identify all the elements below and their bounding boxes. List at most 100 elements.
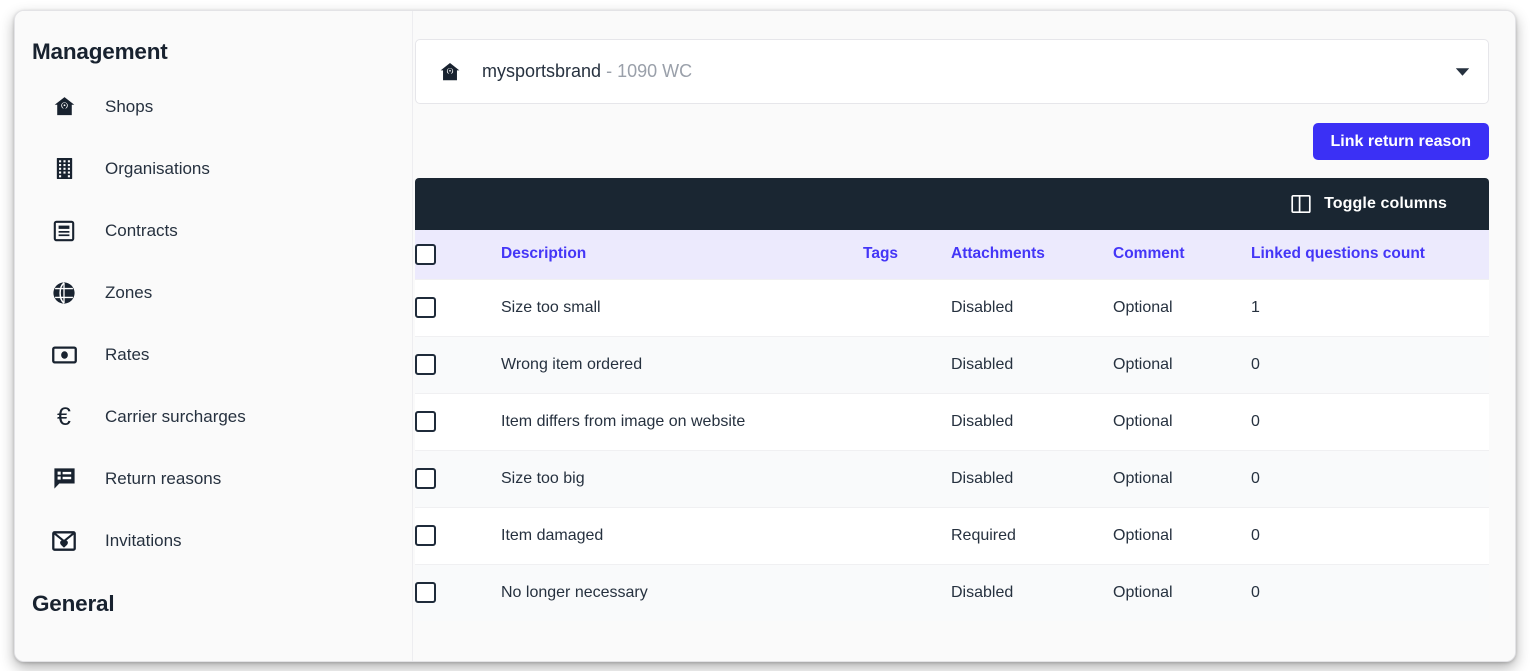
link-return-reason-button[interactable]: Link return reason [1313,123,1489,160]
row-select-cell [415,336,501,393]
cell-attachments: Disabled [951,564,1113,621]
sidebar-item-invitations[interactable]: Invitations [15,520,412,561]
cell-tags [863,393,951,450]
table-head: Description Tags Attachments Comment Lin… [415,230,1489,279]
shop-detail: 1090 WC [617,61,692,81]
cell-comment: Optional [1113,564,1251,621]
select-all-header [415,230,501,279]
sidebar-section-general: General [15,591,412,617]
sidebar-item-label: Zones [105,283,152,303]
cell-description: Size too small [501,279,863,336]
sidebar-item-label: Invitations [105,531,182,551]
sidebar-item-label: Shops [105,97,153,117]
cell-tags [863,279,951,336]
row-checkbox[interactable] [415,354,436,375]
return-reasons-table-container: Toggle columns Description Tags Attachme… [415,178,1489,621]
table-header-row: Description Tags Attachments Comment Lin… [415,230,1489,279]
table-toolbar: Toggle columns [415,178,1489,230]
cell-comment: Optional [1113,393,1251,450]
shop-separator: - [601,61,617,81]
cell-linked-questions-count: 0 [1251,450,1489,507]
chevron-down-icon[interactable] [1455,67,1470,77]
table-body: Size too small Disabled Optional 1 Wrong… [415,279,1489,621]
sidebar-item-label: Contracts [105,221,178,241]
building-icon [51,156,77,182]
banknote-icon [51,342,77,368]
sidebar-item-shops[interactable]: Shops [15,86,412,127]
cell-description: Item damaged [501,507,863,564]
sidebar: Management Shops [15,11,413,661]
shop-name: mysportsbrand [482,61,601,81]
home-pin-icon [438,60,462,84]
toggle-columns-button[interactable]: Toggle columns [1290,193,1447,215]
sidebar-item-return-reasons[interactable]: Return reasons [15,458,412,499]
toggle-columns-label: Toggle columns [1324,195,1447,213]
home-pin-icon [51,94,77,120]
cell-description: Wrong item ordered [501,336,863,393]
cell-linked-questions-count: 0 [1251,336,1489,393]
cell-attachments: Disabled [951,450,1113,507]
cell-attachments: Disabled [951,279,1113,336]
envelope-heart-icon [51,528,77,554]
cell-description: No longer necessary [501,564,863,621]
row-select-cell [415,450,501,507]
table-row[interactable]: Item damaged Required Optional 0 [415,507,1489,564]
row-select-cell [415,393,501,450]
svg-text:€: € [57,404,71,430]
cell-attachments: Required [951,507,1113,564]
cell-tags [863,507,951,564]
cell-description: Size too big [501,450,863,507]
sidebar-item-label: Carrier surcharges [105,407,246,427]
row-checkbox[interactable] [415,525,436,546]
app-window: Management Shops [14,10,1516,662]
row-checkbox[interactable] [415,468,436,489]
sidebar-item-zones[interactable]: Zones [15,272,412,313]
cell-comment: Optional [1113,507,1251,564]
action-bar: Link return reason [413,123,1489,160]
column-header-comment[interactable]: Comment [1113,230,1251,279]
globe-icon [51,280,77,306]
sidebar-item-label: Rates [105,345,149,365]
cell-comment: Optional [1113,336,1251,393]
columns-icon [1290,193,1312,215]
cell-comment: Optional [1113,450,1251,507]
sidebar-item-rates[interactable]: Rates [15,334,412,375]
cell-description: Item differs from image on website [501,393,863,450]
sidebar-item-label: Organisations [105,159,210,179]
sidebar-item-label: Return reasons [105,469,221,489]
sidebar-item-organisations[interactable]: Organisations [15,148,412,189]
cell-tags [863,564,951,621]
sidebar-item-contracts[interactable]: Contracts [15,210,412,251]
cell-linked-questions-count: 0 [1251,393,1489,450]
column-header-description[interactable]: Description [501,230,863,279]
row-checkbox[interactable] [415,411,436,432]
table-row[interactable]: Size too big Disabled Optional 0 [415,450,1489,507]
table-row[interactable]: Item differs from image on website Disab… [415,393,1489,450]
table-row[interactable]: No longer necessary Disabled Optional 0 [415,564,1489,621]
return-reasons-table: Description Tags Attachments Comment Lin… [415,230,1489,621]
sidebar-section-management: Management [15,39,412,65]
euro-icon: € [51,404,77,430]
comment-list-icon [51,466,77,492]
row-select-cell [415,564,501,621]
row-checkbox[interactable] [415,297,436,318]
column-header-tags[interactable]: Tags [863,230,951,279]
row-checkbox[interactable] [415,582,436,603]
cell-attachments: Disabled [951,393,1113,450]
row-select-cell [415,507,501,564]
column-header-linked-questions-count[interactable]: Linked questions count [1251,230,1489,279]
table-row[interactable]: Wrong item ordered Disabled Optional 0 [415,336,1489,393]
cell-tags [863,336,951,393]
cell-linked-questions-count: 0 [1251,564,1489,621]
shop-selector[interactable]: mysportsbrand - 1090 WC [415,39,1489,104]
row-select-cell [415,279,501,336]
column-header-attachments[interactable]: Attachments [951,230,1113,279]
cell-attachments: Disabled [951,336,1113,393]
cell-linked-questions-count: 0 [1251,507,1489,564]
cell-tags [863,450,951,507]
sidebar-item-carrier-surcharges[interactable]: € Carrier surcharges [15,396,412,437]
document-icon [51,218,77,244]
main-content: mysportsbrand - 1090 WC Link return reas… [413,11,1515,661]
select-all-checkbox[interactable] [415,244,436,265]
table-row[interactable]: Size too small Disabled Optional 1 [415,279,1489,336]
